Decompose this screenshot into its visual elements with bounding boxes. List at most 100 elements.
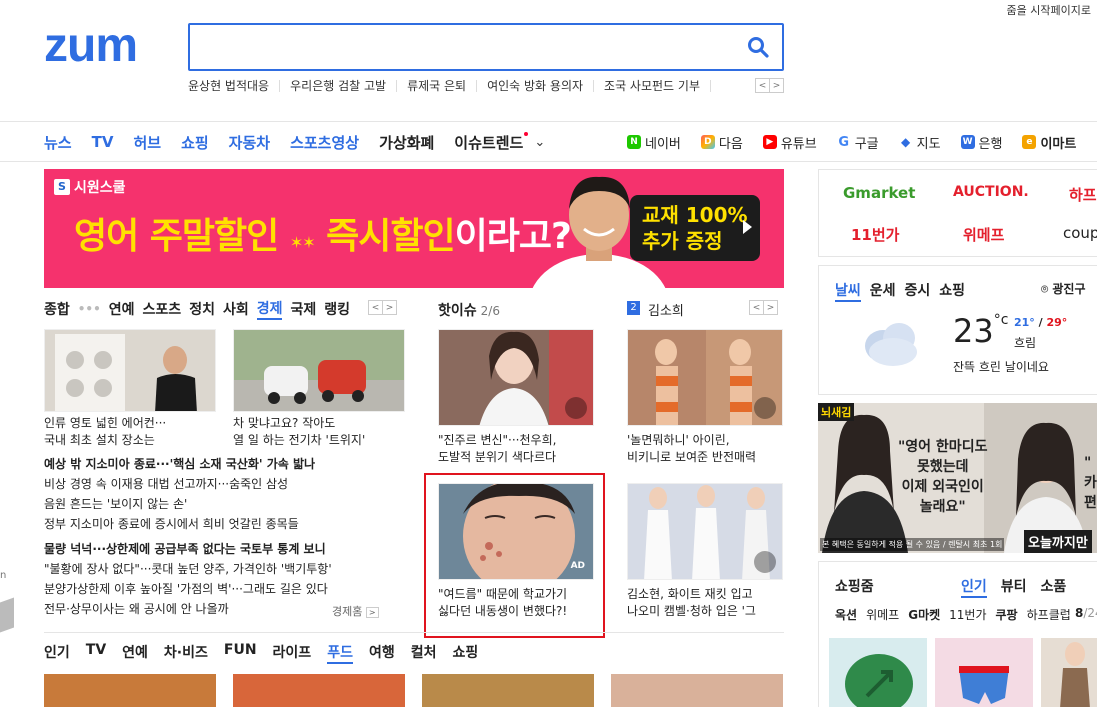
chevron-down-icon[interactable]: ⌄ [534,135,545,150]
tab-ranking[interactable]: 랭킹 [324,299,350,319]
tab-accessories[interactable]: 소품 [1041,576,1067,598]
hot-issue-thumbnail[interactable] [627,483,783,580]
search-icon[interactable] [746,35,770,59]
food-thumbnail[interactable] [233,674,405,707]
tab-shopping[interactable]: 쇼핑 [452,642,478,664]
news-headline[interactable]: "불황에 장사 없다"···콧대 높던 양주, 가격인하 '백기투항' [44,559,414,579]
tab-entertainment[interactable]: 연예 [122,642,148,664]
news-headline[interactable]: 물량 넉넉···상한제에 공급부족 없다는 국토부 통계 보니 [44,539,414,559]
hot-issue-caption[interactable]: '놀면뭐하니' 아이린, 비키니로 보여준 반전매력 [627,432,787,466]
tab-fun[interactable]: FUN [224,642,257,664]
weather-location[interactable]: ⌾ 광진구 [1041,280,1086,297]
nav-tv[interactable]: TV [92,133,114,151]
nav-sports-video[interactable]: 스포츠영상 [290,132,359,153]
set-start-page-link[interactable]: 줌을 시작페이지로 [1007,2,1091,18]
mall-link[interactable]: 위메프 [866,606,899,623]
news-caption[interactable]: 차 맞냐고요? 작아도 열 일 하는 전기차 '트위지' [233,415,405,449]
trending-keyword[interactable]: 조국 사모펀드 기부 [594,80,711,92]
nav-shopping[interactable]: 쇼핑 [181,132,209,153]
product-thumbnail[interactable] [1041,638,1097,707]
product-thumbnail[interactable] [935,638,1033,707]
tab-fortune[interactable]: 운세 [870,280,896,302]
tab-beauty[interactable]: 뷰티 [1001,576,1027,598]
nav-issue-trend[interactable]: 이슈트렌드 [454,131,529,153]
tab-weather[interactable]: 날씨 [835,280,861,302]
nav-car[interactable]: 자동차 [229,132,270,153]
tab-society[interactable]: 사회 [223,299,249,319]
news-thumbnail[interactable] [233,329,405,412]
tab-popular[interactable]: 인기 [44,642,70,664]
tab-car-biz[interactable]: 차·비즈 [164,642,208,664]
trending-keyword[interactable]: 류제국 은퇴 [397,80,478,92]
search-input[interactable] [202,25,742,69]
tab-shopping[interactable]: 쇼핑 [939,280,965,302]
news-thumbnail[interactable] [44,329,216,412]
next-arrow-icon[interactable]: > [382,300,397,315]
tab-culture[interactable]: 컬처 [411,642,437,664]
mall-link[interactable]: G마켓 [908,606,940,623]
shortcut-bank[interactable]: W 은행 [960,133,1002,152]
trending-keyword[interactable]: 여인숙 방화 용의자 [477,80,595,92]
hot-issue-caption[interactable]: 김소현, 화이트 재킷 입고 나오미 캠벨·청하 입은 '그 [627,586,787,620]
hot-keyword[interactable]: 김소희 [648,300,684,319]
gmarket-link[interactable]: Gmarket [843,184,915,202]
tab-tv[interactable]: TV [86,642,106,664]
mall-link[interactable]: 하프클럽 [1027,606,1071,623]
prev-arrow-icon[interactable]: < [749,300,764,315]
tab-economy[interactable]: 경제 [256,298,283,320]
trending-keyword[interactable]: 윤상현 법적대응 [188,80,281,92]
prev-arrow-icon[interactable]: < [755,78,770,93]
mall-link[interactable]: 쿠팡 [996,606,1018,623]
tab-entertainment[interactable]: 연예 [109,299,135,319]
zum-logo[interactable]: zum [44,22,138,70]
coupang-link[interactable]: coup [1063,224,1097,242]
economy-home-link[interactable]: 경제홈 > [332,603,379,619]
food-thumbnail[interactable] [611,674,783,707]
shortcut-youtube[interactable]: ▶ 유튜브 [762,133,817,152]
next-arrow-icon[interactable]: > [763,300,778,315]
tab-general[interactable]: 종합 [44,299,70,319]
news-caption[interactable]: 인류 영토 넓힌 에어컨··· 국내 최초 설치 장소는 [44,415,216,449]
shortcut-daum[interactable]: D 다음 [700,133,743,152]
tab-life[interactable]: 라이프 [273,642,312,664]
shortcut-google[interactable]: G 구글 [836,133,879,152]
trending-keyword[interactable]: 우리은행 검찰 고발 [280,80,398,92]
ad-thumbnail[interactable]: AD [438,483,594,580]
product-thumbnail[interactable] [829,638,927,707]
tab-international[interactable]: 국제 [290,299,316,319]
shortcut-emart[interactable]: e 이마트 [1022,133,1076,152]
food-thumbnail[interactable] [422,674,594,707]
wemakeprice-link[interactable]: 위메프 [963,224,1004,245]
auction-link[interactable]: AUCTION. [953,184,1029,200]
left-edge-ad[interactable]: n ㅊ [0,560,16,680]
next-arrow-icon[interactable]: > [769,78,784,93]
tab-travel[interactable]: 여행 [369,642,395,664]
tab-food[interactable]: 푸드 [327,642,353,664]
prev-arrow-icon[interactable]: < [368,300,383,315]
news-headline[interactable]: 분양가상한제 이후 높아질 '가점의 벽'···그래도 길은 있다 [44,579,414,599]
shortcut-map[interactable]: ◆ 지도 [898,133,941,152]
tab-politics[interactable]: 정치 [189,299,215,319]
news-headline[interactable]: 예상 밖 지소미아 종료···'핵심 소재 국산화' 가속 밟나 [44,454,414,474]
tab-stock[interactable]: 증시 [905,280,931,302]
nav-news[interactable]: 뉴스 [44,132,72,153]
side-banner-ad[interactable]: 뇌새김 "영어 한마디도 못했는데 이제 외국인이 놀래요" " 카 편 본 혜… [818,403,1097,553]
news-headline[interactable]: 정부 지소미아 종료에 증시에서 희비 엇갈린 종목들 [44,514,414,534]
news-headline[interactable]: 비상 경영 속 이재용 대법 선고까지···숨죽인 삼성 [44,474,414,494]
hot-issue-thumbnail[interactable] [438,329,594,426]
11st-link[interactable]: 11번가 [851,224,899,245]
tab-popular[interactable]: 인기 [961,576,987,598]
banner-ad[interactable]: S 시원스쿨 영어 주말할인 ✶✶ 즉시할인이라고? 교재 100% 추가 증정 [44,169,784,288]
mall-link[interactable]: 11번가 [949,606,986,623]
news-headline[interactable]: 음원 흔드는 '보이지 않는 손' [44,494,414,514]
tab-sports[interactable]: 스포츠 [143,299,182,319]
ad-caption[interactable]: "여드름" 때문에 학교가기 싫다던 내동생이 변했다?! [438,586,598,620]
shortcut-naver[interactable]: N 네이버 [627,133,681,152]
hot-issue-caption[interactable]: "진주르 변신"···천우희, 도발적 분위기 색다르다 [438,432,598,466]
food-thumbnail[interactable] [44,674,216,707]
halfclub-link[interactable]: 하프 [1069,184,1097,205]
mall-link[interactable]: 옥션 [835,606,857,623]
nav-crypto[interactable]: 가상화폐 [379,132,434,153]
nav-hub[interactable]: 허브 [133,132,161,153]
ad-cta[interactable]: 오늘까지만 [1024,530,1092,553]
